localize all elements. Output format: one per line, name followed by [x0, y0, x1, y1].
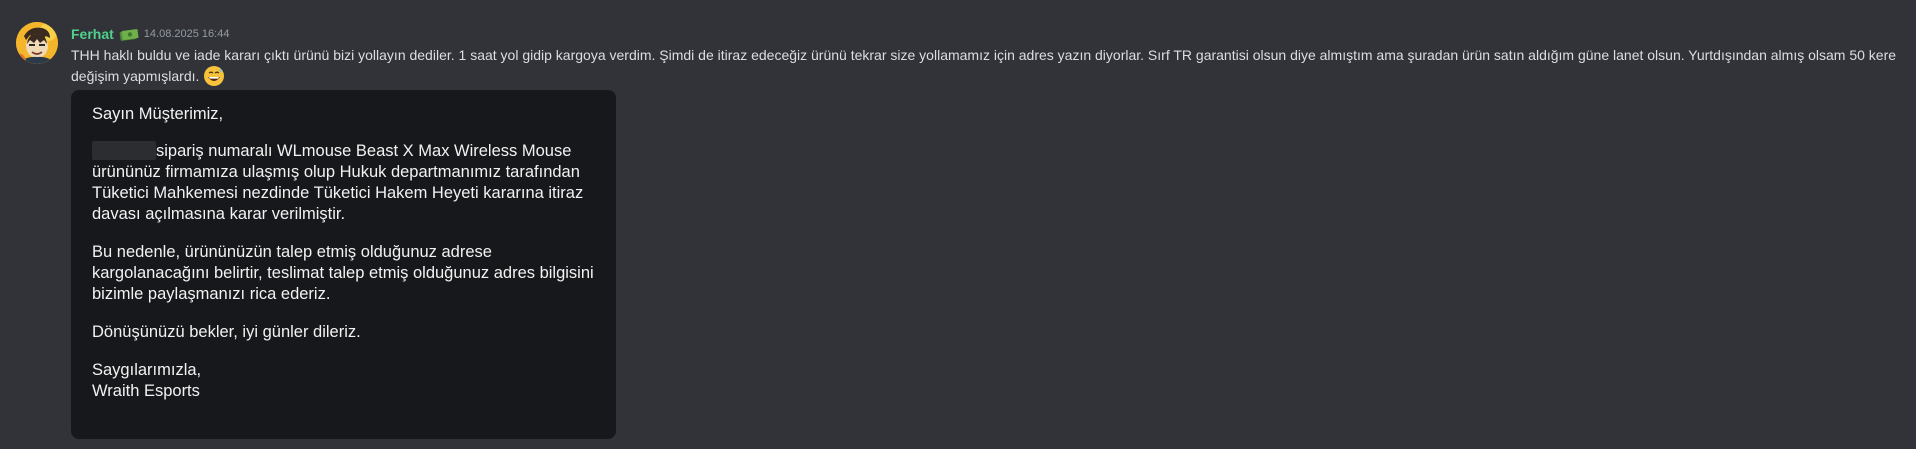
attachment-image[interactable]: Sayın Müşterimiz, sipariş numaralı WLmou… — [71, 90, 616, 439]
letter-paragraph-1: sipariş numaralı WLmouse Beast X Max Wir… — [92, 141, 602, 225]
letter-signature: Wraith Esports — [92, 382, 200, 400]
avatar[interactable] — [16, 22, 58, 64]
username[interactable]: Ferhat — [71, 26, 114, 42]
letter-paragraph-1-text: sipariş numaralı WLmouse Beast X Max Wir… — [92, 142, 584, 223]
letter-greeting: Sayın Müşterimiz, — [92, 105, 224, 123]
letter-paragraph-3: Dönüşünüzü bekler, iyi günler dileriz. — [92, 323, 361, 341]
redacted-order-number — [92, 141, 156, 160]
chat-message: Ferhat 14.08.2025 16:44 THH haklı buldu … — [0, 0, 1916, 449]
money-badge-icon — [119, 28, 139, 41]
avatar-icon — [16, 22, 58, 64]
message-content: THH haklı buldu ve iade kararı çıktı ürü… — [71, 45, 1901, 87]
letter-closing: Saygılarımızla, — [92, 361, 202, 379]
letter: Sayın Müşterimiz, sipariş numaralı WLmou… — [92, 104, 602, 402]
grinning-sweat-emoji — [203, 65, 225, 87]
timestamp: 14.08.2025 16:44 — [143, 28, 230, 40]
message-text: THH haklı buldu ve iade kararı çıktı ürü… — [71, 47, 1897, 84]
letter-paragraph-2: Bu nedenle, ürününüzün talep etmiş olduğ… — [92, 243, 594, 303]
message-header: Ferhat 14.08.2025 16:44 — [71, 24, 229, 44]
